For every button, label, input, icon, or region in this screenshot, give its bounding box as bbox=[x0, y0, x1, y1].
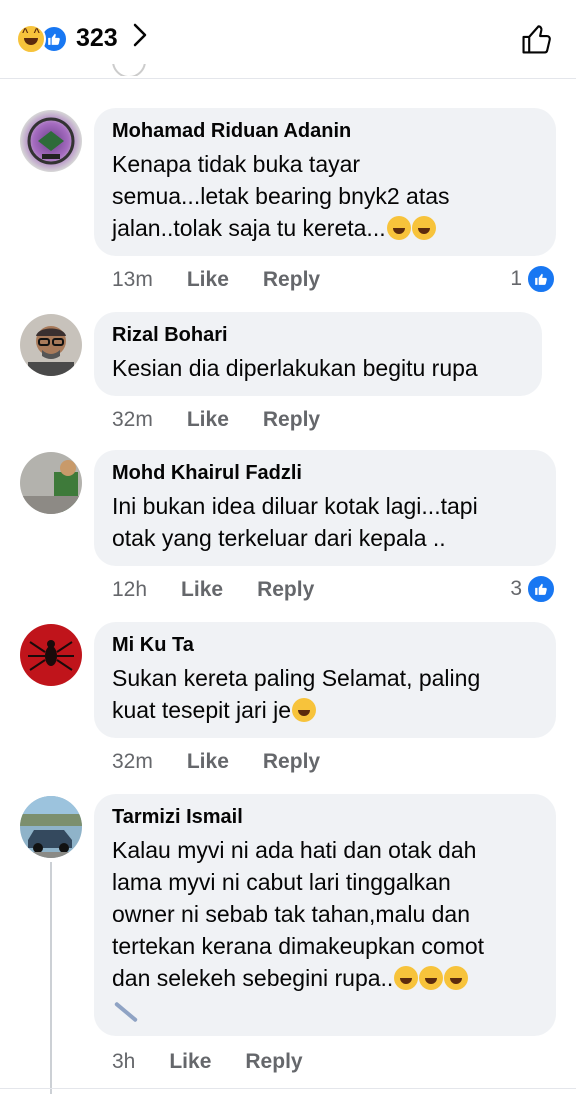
comment-text: Ini bukan idea diluar kotak lagi...tapi … bbox=[112, 493, 478, 551]
reply-button[interactable]: Reply bbox=[263, 268, 320, 292]
avatar[interactable] bbox=[20, 110, 82, 172]
comment-actions: 32m Like Reply bbox=[112, 750, 354, 774]
reaction-count: 1 bbox=[510, 267, 522, 290]
grin-icon bbox=[394, 966, 419, 990]
comment-actions: 3h Like Reply bbox=[112, 1050, 337, 1074]
like-button[interactable]: Like bbox=[187, 750, 229, 774]
pencil-icon bbox=[112, 994, 536, 1023]
avatar[interactable] bbox=[20, 624, 82, 686]
reaction-count: 323 bbox=[76, 24, 118, 52]
chevron-right-icon[interactable] bbox=[132, 22, 148, 55]
commenter-name[interactable]: Mi Ku Ta bbox=[112, 634, 536, 657]
commenter-name[interactable]: Mohamad Riduan Adanin bbox=[112, 120, 536, 143]
reaction-summary[interactable]: 323 bbox=[16, 22, 148, 55]
comment-time[interactable]: 12h bbox=[112, 578, 147, 602]
comment-bubble: Mohd Khairul Fadzli Ini bukan idea dilua… bbox=[94, 450, 556, 566]
rolling-laugh-icon bbox=[411, 216, 436, 240]
rolling-laugh-icon bbox=[386, 216, 411, 240]
previous-comment-edge bbox=[112, 64, 542, 76]
comment-bubble: Mohamad Riduan Adanin Kenapa tidak buka … bbox=[94, 108, 556, 256]
reply-thread-line bbox=[50, 862, 52, 1094]
comment-actions: 12h Like Reply bbox=[112, 578, 348, 602]
avatar[interactable] bbox=[20, 796, 82, 858]
reply-button[interactable]: Reply bbox=[263, 408, 320, 432]
comment-bubble: Tarmizi Ismail Kalau myvi ni ada hati da… bbox=[94, 794, 556, 1036]
comment-bubble: Rizal Bohari Kesian dia diperlakukan beg… bbox=[94, 312, 542, 396]
comment-time[interactable]: 32m bbox=[112, 408, 153, 432]
comment-text: Kesian dia diperlakukan begitu rupa bbox=[112, 355, 478, 381]
comment-text: Kalau myvi ni ada hati dan otak dah lama… bbox=[112, 837, 485, 991]
like-icon bbox=[526, 264, 556, 294]
commenter-name[interactable]: Tarmizi Ismail bbox=[112, 806, 536, 829]
reactions-header: 323 bbox=[0, 0, 576, 79]
comment-text: Kenapa tidak buka tayar semua...letak be… bbox=[112, 151, 450, 241]
comment-text: Sukan kereta paling Selamat, paling kuat… bbox=[112, 665, 481, 723]
comment-time[interactable]: 13m bbox=[112, 268, 153, 292]
avatar[interactable] bbox=[20, 314, 82, 376]
commenter-name[interactable]: Rizal Bohari bbox=[112, 324, 522, 347]
reply-button[interactable]: Reply bbox=[263, 750, 320, 774]
like-button[interactable]: Like bbox=[187, 408, 229, 432]
comment-time[interactable]: 32m bbox=[112, 750, 153, 774]
comment-reactions[interactable]: 3 bbox=[510, 574, 556, 604]
comment-reactions[interactable]: 1 bbox=[510, 264, 556, 294]
divider bbox=[0, 1088, 576, 1089]
relieved-face-icon bbox=[291, 698, 316, 722]
smile-icon bbox=[419, 966, 444, 990]
haha-icon bbox=[16, 23, 46, 54]
commenter-name[interactable]: Mohd Khairul Fadzli bbox=[112, 462, 536, 485]
like-outline-button[interactable] bbox=[520, 22, 554, 61]
reply-button[interactable]: Reply bbox=[257, 578, 314, 602]
comment-actions: 13m Like Reply bbox=[112, 268, 354, 292]
like-button[interactable]: Like bbox=[169, 1050, 211, 1074]
comment-bubble: Mi Ku Ta Sukan kereta paling Selamat, pa… bbox=[94, 622, 556, 738]
comment-actions: 32m Like Reply bbox=[112, 408, 354, 432]
reply-button[interactable]: Reply bbox=[245, 1050, 302, 1074]
thinking-face-icon bbox=[444, 966, 469, 990]
comment-time[interactable]: 3h bbox=[112, 1050, 135, 1074]
like-button[interactable]: Like bbox=[181, 578, 223, 602]
reaction-count: 3 bbox=[510, 577, 522, 600]
like-icon bbox=[526, 574, 556, 604]
avatar[interactable] bbox=[20, 452, 82, 514]
like-button[interactable]: Like bbox=[187, 268, 229, 292]
